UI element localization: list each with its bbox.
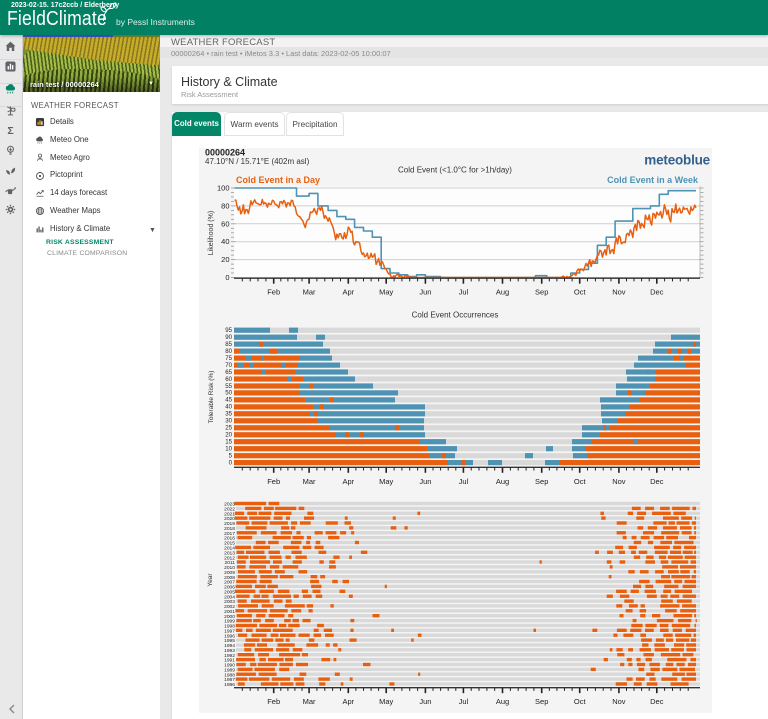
svg-text:47.10°N / 15.71°E (402m asl): 47.10°N / 15.71°E (402m asl) bbox=[205, 157, 310, 166]
svg-text:Aug: Aug bbox=[496, 697, 509, 706]
svg-text:Oct: Oct bbox=[574, 477, 587, 486]
svg-text:80: 80 bbox=[225, 348, 232, 355]
svg-text:Oct: Oct bbox=[574, 288, 587, 297]
svg-text:Jun: Jun bbox=[419, 697, 431, 706]
svg-text:Feb: Feb bbox=[267, 477, 280, 486]
svg-text:85: 85 bbox=[225, 341, 232, 348]
svg-text:May: May bbox=[379, 288, 393, 297]
svg-text:Apr: Apr bbox=[342, 477, 354, 486]
svg-text:0: 0 bbox=[225, 273, 229, 282]
svg-text:30: 30 bbox=[225, 418, 232, 425]
svg-text:20: 20 bbox=[221, 255, 229, 264]
svg-text:40: 40 bbox=[221, 237, 229, 246]
svg-text:Apr: Apr bbox=[342, 288, 354, 297]
svg-text:45: 45 bbox=[225, 397, 232, 404]
svg-text:Jul: Jul bbox=[459, 477, 469, 486]
svg-text:1986: 1986 bbox=[224, 682, 235, 688]
svg-text:Tolerable Risk (%): Tolerable Risk (%) bbox=[208, 371, 215, 424]
svg-text:May: May bbox=[379, 697, 393, 706]
svg-text:Sep: Sep bbox=[535, 477, 548, 486]
svg-text:May: May bbox=[379, 477, 393, 486]
svg-text:0: 0 bbox=[229, 459, 233, 466]
svg-text:100: 100 bbox=[217, 184, 230, 193]
svg-text:65: 65 bbox=[225, 369, 232, 376]
svg-text:Feb: Feb bbox=[267, 697, 280, 706]
svg-text:meteoblue: meteoblue bbox=[644, 153, 710, 168]
svg-text:Jul: Jul bbox=[459, 288, 469, 297]
svg-text:50: 50 bbox=[225, 390, 232, 397]
svg-text:80: 80 bbox=[221, 201, 229, 210]
svg-text:Jun: Jun bbox=[419, 288, 431, 297]
svg-text:Σ: Σ bbox=[7, 125, 14, 137]
svg-text:60: 60 bbox=[221, 219, 229, 228]
svg-text:Likelihood (%): Likelihood (%) bbox=[208, 211, 215, 255]
svg-text:Oct: Oct bbox=[574, 697, 587, 706]
svg-text:Cold Event (<1.0°C for >1h/day: Cold Event (<1.0°C for >1h/day) bbox=[398, 166, 512, 175]
svg-text:Dec: Dec bbox=[650, 697, 664, 706]
svg-text:Jun: Jun bbox=[419, 477, 431, 486]
svg-text:Sep: Sep bbox=[535, 697, 548, 706]
svg-text:Nov: Nov bbox=[612, 697, 626, 706]
svg-text:Feb: Feb bbox=[267, 288, 280, 297]
svg-text:Dec: Dec bbox=[650, 288, 664, 297]
svg-text:Cold Event Occurrences: Cold Event Occurrences bbox=[412, 311, 499, 320]
svg-text:Cold Event in a Day: Cold Event in a Day bbox=[236, 175, 320, 185]
svg-text:00000264: 00000264 bbox=[205, 148, 245, 158]
svg-text:Nov: Nov bbox=[612, 288, 626, 297]
svg-text:Jul: Jul bbox=[459, 697, 469, 706]
svg-text:Nov: Nov bbox=[612, 477, 626, 486]
svg-text:Sep: Sep bbox=[535, 288, 548, 297]
svg-text:10: 10 bbox=[225, 446, 232, 453]
svg-text:Mar: Mar bbox=[303, 477, 316, 486]
svg-text:Cold Event in a Week: Cold Event in a Week bbox=[607, 175, 699, 185]
svg-text:Dec: Dec bbox=[650, 477, 664, 486]
svg-text:60: 60 bbox=[225, 376, 232, 383]
svg-text:95: 95 bbox=[225, 327, 232, 334]
svg-text:35: 35 bbox=[225, 411, 232, 418]
svg-text:15: 15 bbox=[225, 439, 232, 446]
svg-text:Mar: Mar bbox=[303, 288, 316, 297]
svg-text:Apr: Apr bbox=[342, 697, 354, 706]
svg-text:25: 25 bbox=[225, 425, 232, 432]
svg-text:Mar: Mar bbox=[303, 697, 316, 706]
svg-text:Year: Year bbox=[207, 573, 214, 587]
svg-text:Aug: Aug bbox=[496, 288, 509, 297]
svg-text:75: 75 bbox=[225, 355, 232, 362]
svg-text:Aug: Aug bbox=[496, 477, 509, 486]
